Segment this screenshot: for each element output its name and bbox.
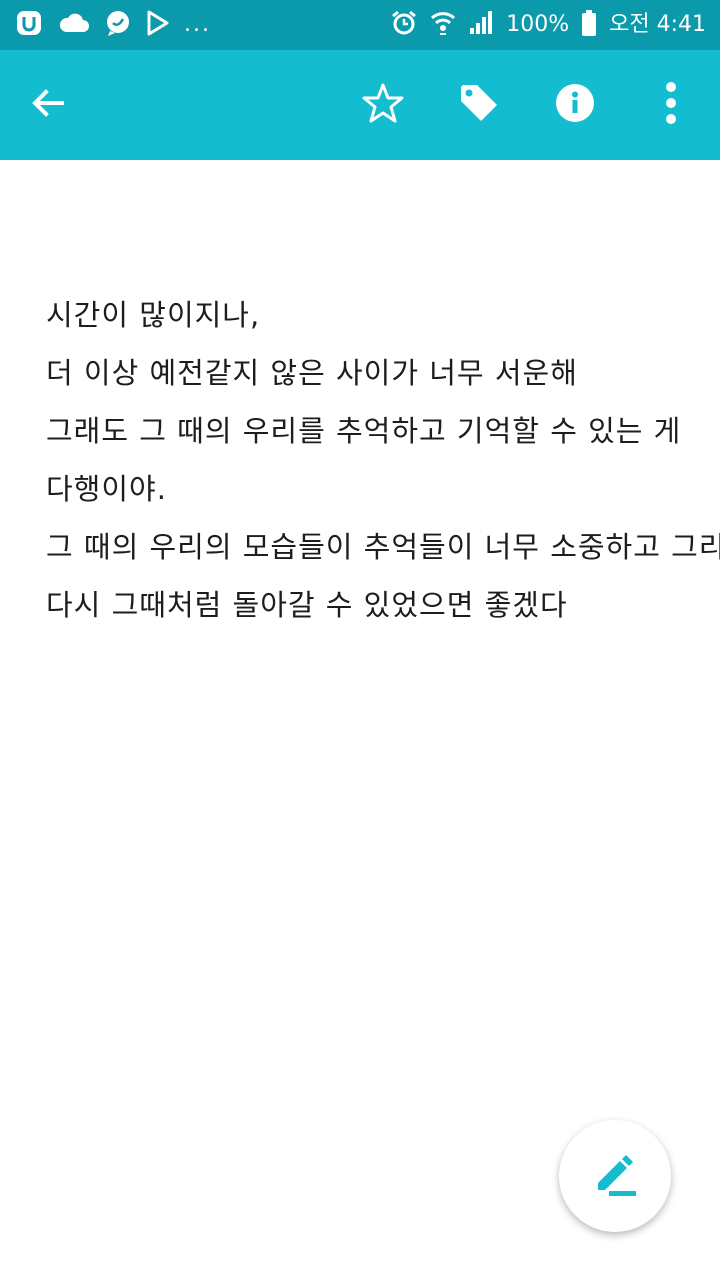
star-outline-icon xyxy=(361,81,405,129)
battery-icon xyxy=(581,9,597,41)
signal-icon xyxy=(468,10,494,40)
cloud-icon xyxy=(58,10,90,40)
wifi-icon xyxy=(430,9,456,41)
note-content[interactable]: 시간이 많이지나, 더 이상 예전같지 않은 사이가 너무 서운해 그래도 그 … xyxy=(46,286,720,634)
pencil-edit-icon xyxy=(590,1149,640,1203)
notification-icons: ... xyxy=(14,8,211,42)
note-line: 그래도 그 때의 우리를 추억하고 기억할 수 있는 게 xyxy=(46,414,682,448)
tag-button[interactable] xyxy=(449,75,509,135)
edit-note-button[interactable] xyxy=(559,1120,671,1232)
info-button[interactable] xyxy=(545,75,605,135)
favorite-button[interactable] xyxy=(353,75,413,135)
system-status: 100% 오전 4:41 xyxy=(390,9,706,41)
alarm-clock-icon xyxy=(390,9,418,41)
tag-icon xyxy=(457,81,501,129)
battery-percent: 100% xyxy=(506,12,570,37)
note-toolbar xyxy=(0,50,720,160)
info-icon xyxy=(555,83,595,127)
play-store-icon xyxy=(146,10,170,40)
chat-bubble-icon xyxy=(104,9,132,41)
more-notifications-indicator: ... xyxy=(184,12,211,37)
arrow-left-icon xyxy=(28,83,68,127)
more-vert-icon xyxy=(663,81,679,129)
clock: 오전 4:41 xyxy=(609,12,706,37)
note-line: 시간이 많이지나, xyxy=(46,298,261,332)
note-line: 더 이상 예전같지 않은 사이가 너무 서운해 xyxy=(46,356,578,390)
back-button[interactable] xyxy=(18,75,78,135)
u-plus-icon xyxy=(14,8,44,42)
note-line: 그 때의 우리의 모습들이 추억들이 너무 소중하고 그리워 xyxy=(46,530,720,564)
status-bar: ... 100% 오전 4:41 xyxy=(0,0,720,50)
note-line: 다행이야. xyxy=(46,472,167,506)
note-line: 다시 그때처럼 돌아갈 수 있었으면 좋겠다 xyxy=(46,588,568,622)
overflow-menu-button[interactable] xyxy=(641,75,701,135)
